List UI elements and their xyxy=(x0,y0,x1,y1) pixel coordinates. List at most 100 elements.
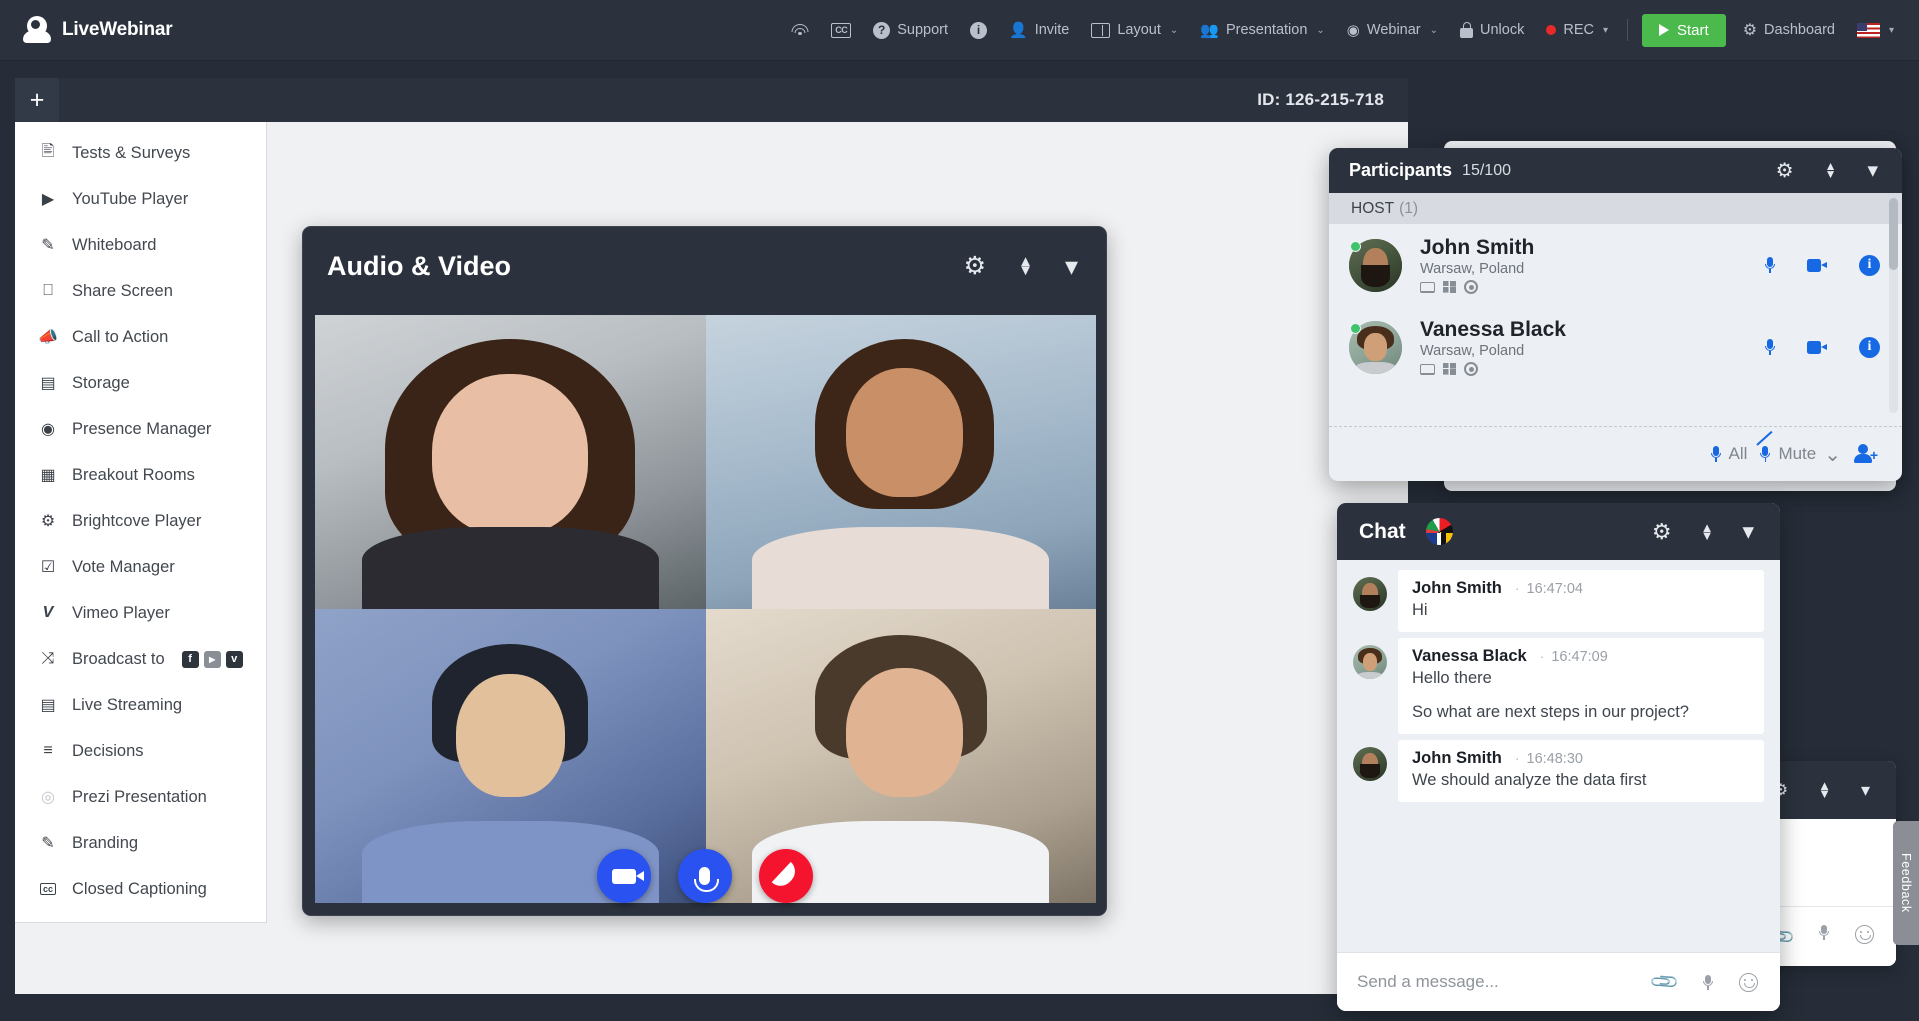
sidebar-item-decisions[interactable]: ≡ Decisions xyxy=(15,728,266,774)
emoji-icon[interactable] xyxy=(1855,924,1874,944)
camera-icon[interactable] xyxy=(1807,258,1827,272)
hangup-button[interactable] xyxy=(758,849,813,903)
camera-icon[interactable] xyxy=(1807,340,1827,354)
sidebar-item-vimeo-player[interactable]: V Vimeo Player xyxy=(15,590,266,636)
flags-translate-icon[interactable] xyxy=(1425,518,1453,545)
nav-dashboard[interactable]: ⚙ Dashboard xyxy=(1732,14,1846,46)
list-item: Vanessa Black · 16:47:09 Hello there So … xyxy=(1353,638,1764,734)
youtube-badge-icon[interactable]: ▶ xyxy=(203,650,221,668)
nav-invite[interactable]: 👤 Invite xyxy=(998,15,1080,45)
video-grid xyxy=(315,315,1096,903)
attachment-icon[interactable]: 📎 xyxy=(1648,965,1682,999)
info-icon[interactable]: i xyxy=(1859,336,1880,358)
audio-video-header: Audio & Video ⚙ ▲ ▼ ▾ xyxy=(303,227,1106,305)
language-selector[interactable]: ▾ xyxy=(1846,17,1905,44)
participant-name: Vanessa Black xyxy=(1420,317,1566,341)
camera-toggle-button[interactable] xyxy=(596,849,651,903)
audio-video-header-icons: ⚙ ▲ ▼ ▾ xyxy=(964,251,1078,282)
laptop-icon xyxy=(1420,363,1435,375)
nav-record[interactable]: REC ▾ xyxy=(1535,16,1619,44)
sidebar-item-share-screen[interactable]: ⎕ Share Screen xyxy=(15,268,266,314)
microphone-icon[interactable] xyxy=(1765,257,1775,273)
start-button[interactable]: Start xyxy=(1642,13,1726,47)
avatar xyxy=(1349,320,1402,374)
participants-title: Participants xyxy=(1349,160,1453,180)
move-icon[interactable]: ▲ ▼ xyxy=(1018,254,1033,278)
sidebar-item-brightcove-player[interactable]: ⚙ Brightcove Player xyxy=(15,498,266,544)
sidebar-item-closed-captioning[interactable]: cc Closed Captioning xyxy=(15,866,266,912)
chat-bubble: John Smith · 16:48:30 We should analyze … xyxy=(1398,739,1764,803)
collapse-chevron-icon[interactable]: ▾ xyxy=(1867,158,1878,183)
collapse-chevron-icon[interactable]: ▾ xyxy=(1861,780,1870,801)
sidebar-item-vote-manager[interactable]: ☑ Vote Manager xyxy=(15,544,266,590)
sidebar-item-presence-manager[interactable]: ◉ Presence Manager xyxy=(15,406,266,452)
nav-support[interactable]: ? Support xyxy=(862,16,959,45)
add-participant-button[interactable]: + xyxy=(1854,444,1878,464)
nav-webinar[interactable]: ◉ Webinar ⌄ xyxy=(1336,15,1449,45)
gear-icon[interactable]: ⚙ xyxy=(1652,519,1672,545)
microphone-icon[interactable] xyxy=(1703,974,1713,990)
us-flag-icon xyxy=(1856,22,1880,38)
nav-unlock[interactable]: Unlock xyxy=(1449,16,1535,44)
participant-actions: i xyxy=(1765,336,1880,358)
sidebar-item-live-streaming[interactable]: ▤ Live Streaming xyxy=(15,682,266,728)
chevron-down-icon[interactable]: ⌄ xyxy=(1824,442,1841,467)
chat-text: We should analyze the data first xyxy=(1412,770,1647,789)
sidebar-item-label: YouTube Player xyxy=(72,189,189,208)
nav-closed-caption[interactable]: CC xyxy=(820,17,862,44)
nav-layout[interactable]: Layout ⌄ xyxy=(1080,16,1189,44)
chat-input-row[interactable]: Send a message... 📎 xyxy=(1337,952,1780,1011)
lock-icon xyxy=(1460,22,1474,38)
participants-panel: Participants 15/100 ⚙ ▲ ▼ ▾ HOST (1) John… xyxy=(1329,148,1902,481)
participants-group-label: HOST xyxy=(1351,199,1395,217)
sidebar-item-storage[interactable]: ▤ Storage xyxy=(15,360,266,406)
chrome-icon xyxy=(1464,362,1478,377)
gear-icon[interactable]: ⚙ xyxy=(964,251,986,281)
nav-wifi[interactable] xyxy=(780,17,820,43)
sidebar-item-label: Tests & Surveys xyxy=(72,143,191,162)
add-tab-button[interactable]: + xyxy=(15,78,59,122)
sidebar-item-call-to-action[interactable]: 📣 Call to Action xyxy=(15,314,266,360)
move-icon[interactable]: ▲ ▼ xyxy=(1818,779,1831,799)
mute-button[interactable]: Mute ⌄ xyxy=(1760,442,1841,467)
collapse-chevron-icon[interactable]: ▾ xyxy=(1742,518,1754,545)
hangup-phone-icon xyxy=(771,861,800,891)
move-icon[interactable]: ▲ ▼ xyxy=(1825,160,1837,180)
sidebar-item-broadcast-to[interactable]: ⤨ Broadcast to f ▶ v xyxy=(15,636,266,682)
microphone-icon[interactable] xyxy=(1765,339,1775,355)
info-icon[interactable]: i xyxy=(1859,254,1880,276)
sidebar-item-whiteboard[interactable]: ✎ Whiteboard xyxy=(15,222,266,268)
microphone-icon[interactable] xyxy=(1819,924,1829,940)
list-item: John Smith · 16:47:04 Hi xyxy=(1353,570,1764,633)
facebook-icon[interactable]: f xyxy=(181,650,199,668)
video-tile-2[interactable] xyxy=(705,315,1096,609)
sidebar-item-breakout-rooms[interactable]: ▦ Breakout Rooms xyxy=(15,452,266,498)
chat-messages: John Smith · 16:47:04 Hi Vanessa Black ·… xyxy=(1337,560,1780,952)
collapse-chevron-icon[interactable]: ▾ xyxy=(1065,251,1078,282)
participants-scrollbar[interactable] xyxy=(1889,198,1898,413)
nav-presentation[interactable]: 👥 Presentation ⌄ xyxy=(1189,15,1336,45)
play-icon xyxy=(1659,24,1669,36)
table-row[interactable]: John Smith Warsaw, Poland i xyxy=(1329,224,1902,306)
tab-strip: + ID: 126-215-718 xyxy=(15,78,1408,122)
sidebar-item-prezi-presentation[interactable]: ◎ Prezi Presentation xyxy=(15,774,266,820)
emoji-icon[interactable] xyxy=(1739,972,1758,992)
sidebar-item-youtube-player[interactable]: ▶ YouTube Player xyxy=(15,176,266,222)
unmute-all-button[interactable]: All xyxy=(1710,444,1747,464)
move-icon[interactable]: ▲ ▼ xyxy=(1701,521,1714,541)
table-row[interactable]: Vanessa Black Warsaw, Poland i xyxy=(1329,306,1902,388)
youtube-icon: ▶ xyxy=(41,191,55,208)
nav-info[interactable]: i xyxy=(959,16,998,45)
chevron-down-icon: ⌄ xyxy=(1429,24,1439,36)
chrome-icon xyxy=(1464,280,1478,295)
brush-icon: ✎ xyxy=(41,835,55,852)
vimeo-badge-icon[interactable]: v xyxy=(225,650,243,668)
sidebar-item-branding[interactable]: ✎ Branding xyxy=(15,820,266,866)
sidebar-item-tests-surveys[interactable]: 🖹 Tests & Surveys xyxy=(15,130,266,176)
microphone-toggle-button[interactable] xyxy=(677,849,732,903)
gear-icon[interactable]: ⚙ xyxy=(1776,158,1794,183)
video-tile-1[interactable] xyxy=(315,315,706,609)
feedback-tab[interactable]: Feedback xyxy=(1893,821,1919,945)
sidebar-item-label: Breakout Rooms xyxy=(72,465,195,484)
participants-footer: All Mute ⌄ + xyxy=(1329,426,1902,481)
